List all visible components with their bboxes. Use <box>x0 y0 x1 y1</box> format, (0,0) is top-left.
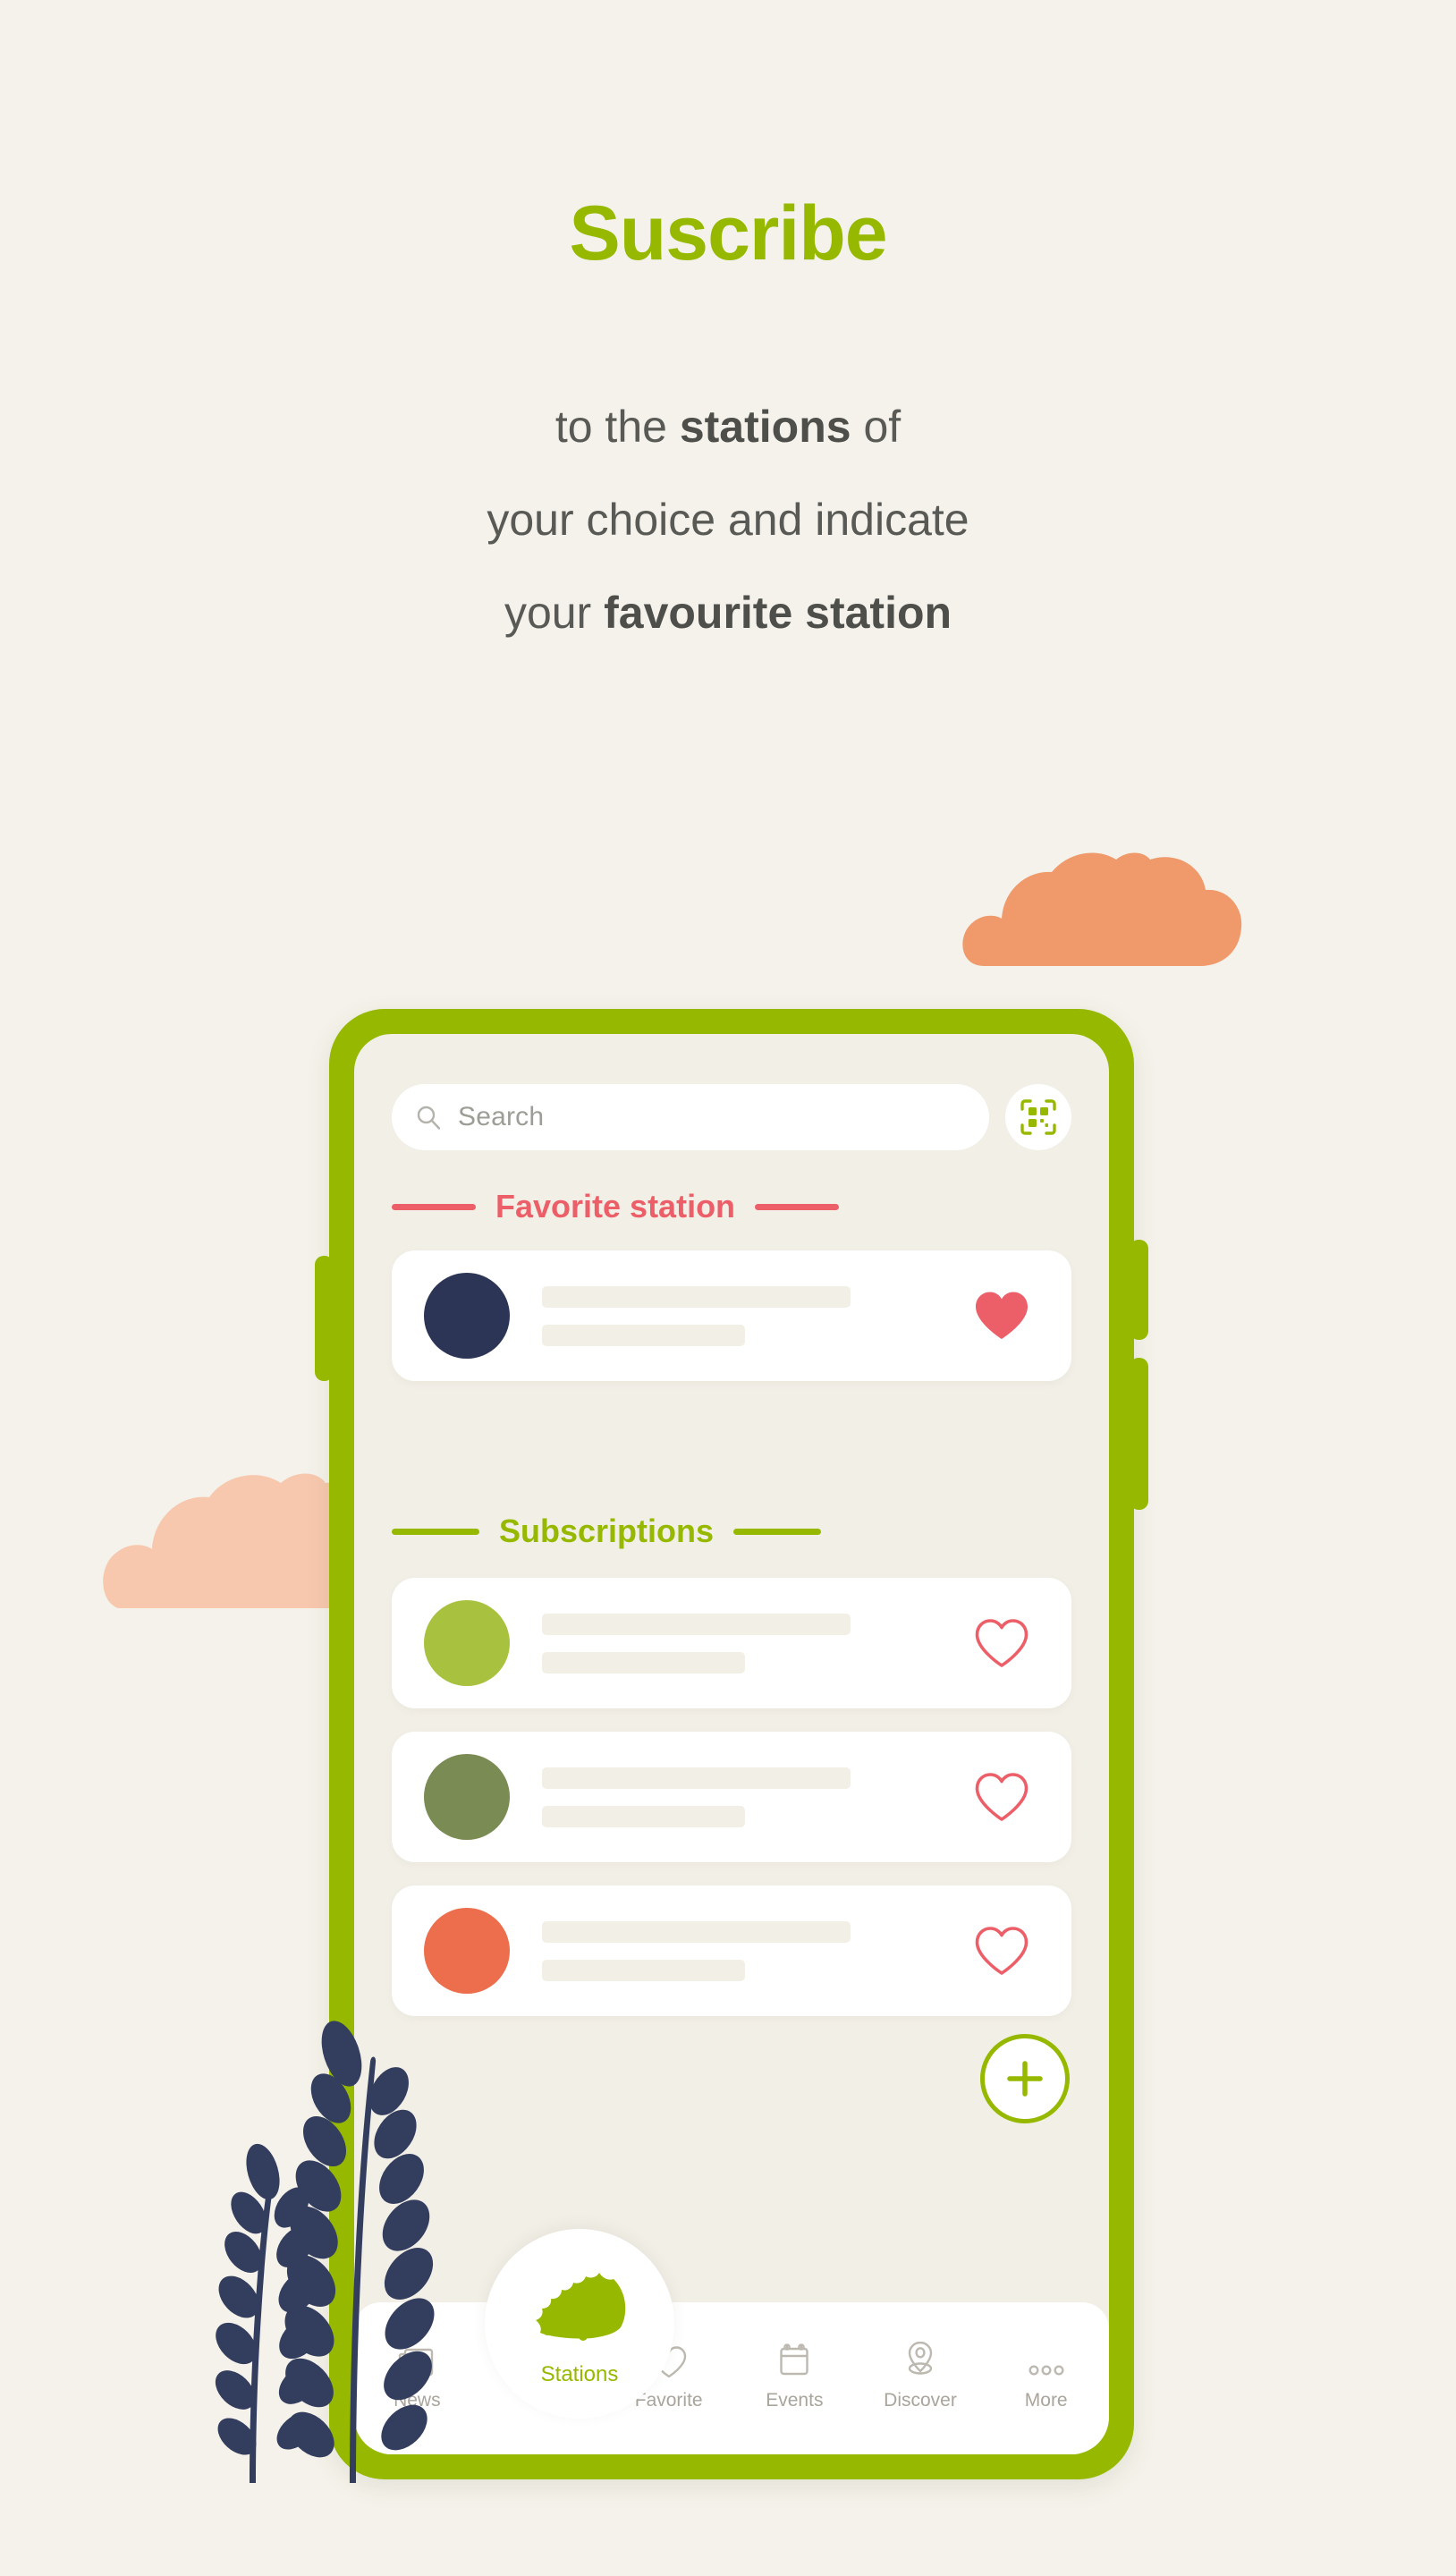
subtitle-line-3-pre: your <box>504 588 605 638</box>
subtitle-line-1: to the stations of <box>0 380 1456 473</box>
page-title: Suscribe <box>569 191 887 276</box>
skeleton-bar-title <box>542 1613 851 1635</box>
search-row: Search <box>392 1084 1071 1150</box>
station-card-subscription[interactable] <box>392 1578 1071 1708</box>
qr-scan-icon[interactable] <box>1005 1084 1071 1150</box>
cloud-orange-decoration <box>957 827 1243 970</box>
skeleton-bar-title <box>542 1767 851 1789</box>
station-card-subscription[interactable] <box>392 1732 1071 1862</box>
bottom-navigation: News Stations Favorite <box>354 2302 1109 2454</box>
search-input[interactable]: Search <box>392 1084 989 1150</box>
cloud-pink-decoration <box>98 1431 358 1610</box>
station-avatar <box>424 1273 510 1359</box>
phone-power-button[interactable] <box>1130 1240 1148 1340</box>
plus-icon <box>1007 2061 1043 2097</box>
subtitle-line-2-pre: your choice and indicate <box>487 495 969 545</box>
map-pin-icon <box>902 2333 938 2379</box>
subtitle-line-3-bold: favourite station <box>604 588 952 638</box>
phone-power-button-lower[interactable] <box>1130 1358 1148 1510</box>
subtitle-line-1-pre: to the <box>554 402 680 452</box>
page-subtitle: to the stations of your choice and indic… <box>0 380 1456 659</box>
skeleton-bar-subtitle <box>542 1959 745 1981</box>
section-rule-left <box>392 1528 479 1535</box>
section-rule-right <box>755 1203 840 1210</box>
hedgehog-icon <box>528 2261 631 2348</box>
station-placeholder-text <box>542 1767 964 1827</box>
heart-filled-icon <box>976 1292 1028 1339</box>
nav-label-stations: Stations <box>540 2361 619 2386</box>
section-rule-right <box>733 1528 822 1535</box>
phone-mockup: Search Favorite station Subscriptions Ne… <box>315 1009 1148 2479</box>
skeleton-bar-title <box>542 1285 851 1308</box>
nav-label-favorite: Favorite <box>634 2390 703 2411</box>
station-placeholder-text <box>542 1920 964 1981</box>
heart-outline-icon <box>975 1619 1029 1667</box>
subtitle-line-3: your favourite station <box>0 566 1456 659</box>
add-station-button[interactable] <box>980 2034 1070 2123</box>
favorite-toggle-button[interactable] <box>964 1771 1039 1823</box>
subtitle-line-1-post: of <box>851 402 902 452</box>
subtitle-line-1-bold: stations <box>679 402 851 452</box>
nav-item-stations[interactable]: Stations <box>485 2229 674 2419</box>
skeleton-bar-subtitle <box>542 1324 745 1346</box>
calendar-icon <box>776 2333 812 2379</box>
favorite-toggle-button[interactable] <box>964 1617 1039 1669</box>
nav-item-discover[interactable]: Discover <box>858 2333 984 2411</box>
nav-item-news[interactable]: News <box>354 2333 480 2411</box>
favorite-toggle-button[interactable] <box>964 1925 1039 1977</box>
section-label-favorite: Favorite station <box>495 1188 736 1224</box>
phone-screen: Search Favorite station Subscriptions Ne… <box>354 1034 1109 2454</box>
nav-label-news: News <box>394 2390 441 2411</box>
news-icon <box>397 2333 436 2379</box>
section-rule-left <box>392 1203 476 1210</box>
section-header-favorite: Favorite station <box>392 1188 1071 1225</box>
skeleton-bar-subtitle <box>542 1651 745 1674</box>
station-card-favorite[interactable] <box>392 1250 1071 1381</box>
station-placeholder-text <box>542 1613 964 1674</box>
ellipsis-icon <box>1027 2333 1066 2379</box>
nav-item-events[interactable]: Events <box>732 2333 858 2411</box>
search-icon <box>415 1104 442 1131</box>
section-header-subscriptions: Subscriptions <box>392 1513 1071 1550</box>
heart-outline-icon <box>975 1773 1029 1821</box>
nav-label-discover: Discover <box>884 2390 957 2411</box>
nav-item-more[interactable]: More <box>983 2333 1109 2411</box>
station-card-subscription[interactable] <box>392 1885 1071 2016</box>
subtitle-line-2: your choice and indicate <box>0 473 1456 566</box>
heart-outline-icon <box>975 1927 1029 1975</box>
nav-label-more: More <box>1024 2390 1068 2411</box>
promo-screenshot: Suscribe to the stations of your choice … <box>0 0 1456 2576</box>
search-placeholder-text: Search <box>458 1102 545 1131</box>
station-avatar <box>424 1754 510 1840</box>
section-label-subscriptions: Subscriptions <box>499 1513 715 1549</box>
station-avatar <box>424 1600 510 1686</box>
station-placeholder-text <box>542 1285 964 1346</box>
nav-label-events: Events <box>766 2390 824 2411</box>
skeleton-bar-subtitle <box>542 1805 745 1827</box>
station-avatar <box>424 1908 510 1994</box>
phone-volume-button[interactable] <box>315 1256 333 1381</box>
skeleton-bar-title <box>542 1920 851 1943</box>
favorite-toggle-button[interactable] <box>964 1290 1039 1342</box>
